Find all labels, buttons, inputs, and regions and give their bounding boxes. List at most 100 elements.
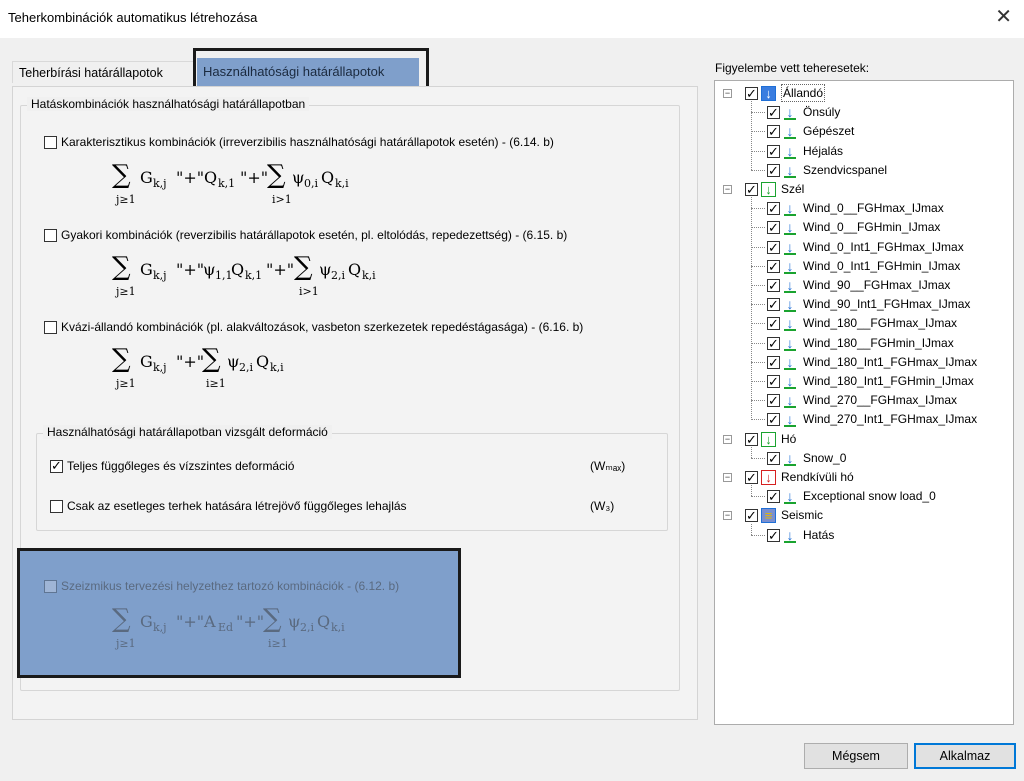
- ground-line: [784, 137, 796, 140]
- tree-guide-line: [751, 523, 752, 535]
- tree-connector: [751, 304, 765, 306]
- tree-connector: [751, 169, 765, 171]
- load-arrow-icon: ↓: [783, 354, 797, 370]
- tree-guide-line: [751, 197, 752, 420]
- tree-item-checkbox[interactable]: [767, 392, 780, 410]
- tree-item-label: Wind_0__FGHmin_IJmax: [803, 220, 941, 235]
- collapse-icon[interactable]: −: [723, 89, 732, 98]
- tree-connector: [751, 361, 765, 363]
- load-case-tree-title: Figyelembe vett teheresetek:: [715, 61, 870, 75]
- tree-connector: [751, 131, 765, 133]
- tree-item-checkbox[interactable]: [767, 527, 780, 545]
- tree-connector: [751, 246, 765, 248]
- tree-item-label: Héjalás: [803, 143, 844, 158]
- w-max-symbol: (Wₘₐₓ): [590, 459, 626, 473]
- frequent-checkbox[interactable]: [44, 229, 57, 242]
- collapse-icon[interactable]: −: [723, 511, 732, 521]
- tree-group-label: Állandó: [781, 84, 826, 102]
- tree-group-checkbox[interactable]: [745, 469, 758, 487]
- quasi-permanent-checkbox[interactable]: [44, 321, 57, 334]
- ground-line: [784, 252, 796, 255]
- load-arrow-icon: ↓: [783, 239, 797, 255]
- tree-item-label: Szendvicspanel: [803, 162, 888, 177]
- seismic-checkbox[interactable]: [44, 580, 57, 593]
- collapse-icon[interactable]: −: [723, 185, 732, 194]
- tree-connector: [751, 323, 765, 325]
- full-deformation-checkbox[interactable]: [50, 458, 63, 474]
- seismic-label: Szeizmikus tervezési helyzethez tartozó …: [61, 579, 400, 593]
- tree-item-checkbox[interactable]: [767, 488, 780, 506]
- close-icon[interactable]: ✕: [995, 7, 1012, 27]
- ground-line: [784, 425, 796, 428]
- load-arrow-icon: ↓: [783, 335, 797, 351]
- tree-item-label: Wind_270_Int1_FGHmax_IJmax: [803, 412, 978, 427]
- load-arrow-icon: ↓: [783, 123, 797, 140]
- load-arrow-icon: ↓: [783, 373, 797, 389]
- ground-line: [784, 406, 796, 409]
- load-case-tree[interactable]: − ↓ Állandó ↓ Önsúly ↓ Gépészet ↓ Héjalás ↓ Szendv…: [714, 80, 1014, 725]
- characteristic-checkbox[interactable]: [44, 136, 57, 149]
- tree-connector: [751, 227, 765, 229]
- ground-line: [784, 463, 796, 466]
- tree-item-checkbox[interactable]: [767, 239, 780, 257]
- ground-line: [784, 291, 796, 293]
- ground-line: [784, 118, 796, 121]
- apply-button[interactable]: Alkalmaz: [914, 743, 1016, 769]
- tree-item-checkbox[interactable]: [767, 258, 780, 276]
- tree-group-checkbox[interactable]: [745, 507, 758, 525]
- full-deformation-label: Teljes függőleges és vízszintes deformác…: [67, 459, 295, 473]
- sigma-symbol: ∑: [112, 160, 131, 190]
- tree-item-checkbox[interactable]: [767, 162, 780, 180]
- load-arrow-icon: ↓: [783, 527, 797, 543]
- tree-item-checkbox[interactable]: [767, 315, 780, 333]
- tree-group-checkbox[interactable]: [745, 431, 758, 449]
- tab-teherbirasi[interactable]: Teherbírási határállapotok: [12, 61, 194, 83]
- load-arrow-icon: ↓: [783, 219, 797, 236]
- live-load-deflection-checkbox[interactable]: [50, 500, 63, 513]
- load-arrow-icon: ↓: [783, 411, 797, 428]
- tree-item-label: Wind_180_Int1_FGHmax_IJmax: [803, 354, 978, 369]
- tree-item-checkbox[interactable]: [767, 450, 780, 468]
- collapse-icon[interactable]: −: [723, 473, 732, 482]
- cancel-button[interactable]: Mégsem: [804, 743, 908, 769]
- tree-item-checkbox[interactable]: [767, 296, 780, 314]
- title-bar: Teherkombinációk automatikus létrehozása…: [0, 0, 1024, 38]
- ground-line: [784, 540, 796, 543]
- ground-line: [784, 329, 796, 332]
- tree-item-checkbox[interactable]: [767, 277, 780, 295]
- tree-connector: [751, 208, 765, 210]
- collapse-icon[interactable]: −: [723, 434, 732, 444]
- load-arrow-icon: ↓: [783, 104, 797, 121]
- tree-group-checkbox[interactable]: [745, 181, 758, 199]
- tree-item-label: Wind_180_Int1_FGHmin_IJmax: [803, 374, 974, 388]
- load-arrow-icon: ↓: [783, 258, 797, 274]
- load-arrow-icon: ↓: [783, 315, 797, 332]
- tree-item-checkbox[interactable]: [767, 335, 780, 353]
- tree-item-label: Wind_0__FGHmax_IJmax: [803, 201, 944, 216]
- tree-connector: [751, 496, 765, 498]
- tree-item-checkbox[interactable]: [767, 354, 780, 372]
- tree-item-label: Exceptional snow load_0: [803, 489, 936, 504]
- tab-hasznalhatosagi[interactable]: Használhatósági határállapotok: [197, 58, 419, 86]
- tree-connector: [751, 457, 765, 459]
- group-title: Hatáskombinációk használhatósági határál…: [27, 97, 310, 111]
- tree-connector: [751, 534, 765, 536]
- ground-line: [784, 387, 796, 389]
- tree-item-label: Snow_0: [803, 450, 847, 465]
- tree-item-label: Hatás: [803, 527, 835, 542]
- ground-line: [784, 367, 796, 370]
- tree-group-label: Hó: [781, 431, 797, 446]
- tree-item-checkbox[interactable]: [767, 200, 780, 218]
- load-arrow-icon: ↓: [783, 277, 797, 293]
- tree-item-checkbox[interactable]: [767, 143, 780, 161]
- ground-line: [784, 156, 796, 159]
- tree-item-checkbox[interactable]: [767, 104, 780, 122]
- tree-group-checkbox[interactable]: [745, 85, 758, 103]
- tree-item-checkbox[interactable]: [767, 123, 780, 141]
- tree-group-label: Szél: [781, 182, 805, 196]
- tree-item-checkbox[interactable]: [767, 411, 780, 429]
- tree-guide-line: [751, 446, 752, 458]
- ground-line: [784, 214, 796, 217]
- tree-item-checkbox[interactable]: [767, 373, 780, 391]
- tree-item-checkbox[interactable]: [767, 219, 780, 237]
